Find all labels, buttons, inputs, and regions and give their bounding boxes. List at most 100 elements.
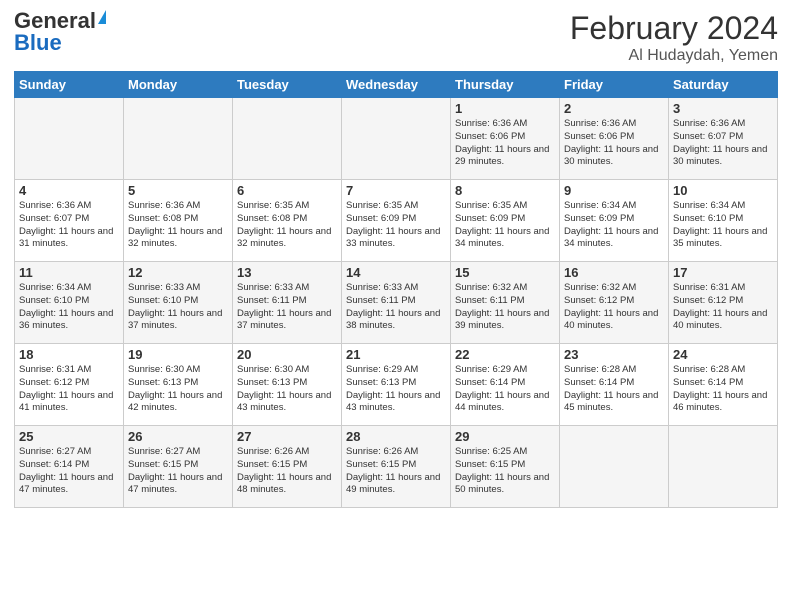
- day-number: 2: [564, 101, 664, 116]
- day-number: 19: [128, 347, 228, 362]
- day-info: Sunrise: 6:36 AMSunset: 6:06 PMDaylight:…: [564, 118, 664, 169]
- day-number: 13: [237, 265, 337, 280]
- calendar-subtitle: Al Hudaydah, Yemen: [570, 47, 778, 65]
- day-cell: 22 Sunrise: 6:29 AMSunset: 6:14 PMDayligh…: [451, 344, 560, 426]
- week-row-2: 4 Sunrise: 6:36 AMSunset: 6:07 PMDaylight…: [15, 180, 778, 262]
- day-info: Sunrise: 6:34 AMSunset: 6:10 PMDaylight:…: [19, 282, 119, 333]
- day-cell: 5 Sunrise: 6:36 AMSunset: 6:08 PMDaylight…: [124, 180, 233, 262]
- day-info: Sunrise: 6:36 AMSunset: 6:07 PMDaylight:…: [19, 200, 119, 251]
- day-number: 22: [455, 347, 555, 362]
- day-number: 1: [455, 101, 555, 116]
- calendar-table: Sunday Monday Tuesday Wednesday Thursday…: [14, 71, 778, 508]
- logo-general: General: [14, 10, 96, 32]
- day-info: Sunrise: 6:30 AMSunset: 6:13 PMDaylight:…: [128, 364, 228, 415]
- week-row-4: 18 Sunrise: 6:31 AMSunset: 6:12 PMDayligh…: [15, 344, 778, 426]
- day-cell: 2 Sunrise: 6:36 AMSunset: 6:06 PMDaylight…: [560, 98, 669, 180]
- day-info: Sunrise: 6:32 AMSunset: 6:11 PMDaylight:…: [455, 282, 555, 333]
- logo: General Blue: [14, 10, 106, 56]
- day-info: Sunrise: 6:27 AMSunset: 6:14 PMDaylight:…: [19, 446, 119, 497]
- day-cell: [124, 98, 233, 180]
- day-cell: 14 Sunrise: 6:33 AMSunset: 6:11 PMDayligh…: [342, 262, 451, 344]
- day-number: 6: [237, 183, 337, 198]
- day-cell: 26 Sunrise: 6:27 AMSunset: 6:15 PMDayligh…: [124, 426, 233, 508]
- day-cell: 23Sunrise: 6:28 AMSunset: 6:14 PMDayligh…: [560, 344, 669, 426]
- day-info: Sunrise: 6:36 AMSunset: 6:08 PMDaylight:…: [128, 200, 228, 251]
- day-info: Sunrise: 6:36 AMSunset: 6:07 PMDaylight:…: [673, 118, 773, 169]
- day-cell: 1 Sunrise: 6:36 AMSunset: 6:06 PMDaylight…: [451, 98, 560, 180]
- day-number: 26: [128, 429, 228, 444]
- day-cell: [560, 426, 669, 508]
- week-row-3: 11Sunrise: 6:34 AMSunset: 6:10 PMDayligh…: [15, 262, 778, 344]
- day-number: 3: [673, 101, 773, 116]
- day-number: 14: [346, 265, 446, 280]
- day-cell: [233, 98, 342, 180]
- day-number: 8: [455, 183, 555, 198]
- day-info: Sunrise: 6:35 AMSunset: 6:09 PMDaylight:…: [455, 200, 555, 251]
- title-block: February 2024 Al Hudaydah, Yemen: [570, 10, 778, 65]
- day-cell: 15Sunrise: 6:32 AMSunset: 6:11 PMDayligh…: [451, 262, 560, 344]
- day-number: 12: [128, 265, 228, 280]
- page-container: General Blue February 2024 Al Hudaydah, …: [0, 0, 792, 518]
- day-info: Sunrise: 6:35 AMSunset: 6:08 PMDaylight:…: [237, 200, 337, 251]
- day-number: 5: [128, 183, 228, 198]
- header: General Blue February 2024 Al Hudaydah, …: [14, 10, 778, 65]
- day-cell: 9Sunrise: 6:34 AMSunset: 6:09 PMDaylight…: [560, 180, 669, 262]
- day-number: 18: [19, 347, 119, 362]
- logo-blue: Blue: [14, 30, 62, 56]
- day-cell: [342, 98, 451, 180]
- day-info: Sunrise: 6:29 AMSunset: 6:13 PMDaylight:…: [346, 364, 446, 415]
- day-info: Sunrise: 6:27 AMSunset: 6:15 PMDaylight:…: [128, 446, 228, 497]
- day-cell: 17 Sunrise: 6:31 AMSunset: 6:12 PMDayligh…: [669, 262, 778, 344]
- day-cell: 3 Sunrise: 6:36 AMSunset: 6:07 PMDaylight…: [669, 98, 778, 180]
- day-cell: 20Sunrise: 6:30 AMSunset: 6:13 PMDayligh…: [233, 344, 342, 426]
- weekday-header-row: Sunday Monday Tuesday Wednesday Thursday…: [15, 72, 778, 98]
- day-info: Sunrise: 6:32 AMSunset: 6:12 PMDaylight:…: [564, 282, 664, 333]
- day-cell: 13 Sunrise: 6:33 AMSunset: 6:11 PMDayligh…: [233, 262, 342, 344]
- day-number: 7: [346, 183, 446, 198]
- day-info: Sunrise: 6:33 AMSunset: 6:11 PMDaylight:…: [237, 282, 337, 333]
- header-saturday: Saturday: [669, 72, 778, 98]
- day-info: Sunrise: 6:34 AMSunset: 6:10 PMDaylight:…: [673, 200, 773, 251]
- calendar-title: February 2024: [570, 10, 778, 47]
- day-number: 20: [237, 347, 337, 362]
- day-number: 24: [673, 347, 773, 362]
- day-cell: 28 Sunrise: 6:26 AMSunset: 6:15 PMDayligh…: [342, 426, 451, 508]
- logo-triangle-icon: [98, 10, 106, 24]
- day-number: 10: [673, 183, 773, 198]
- day-info: Sunrise: 6:26 AMSunset: 6:15 PMDaylight:…: [237, 446, 337, 497]
- day-number: 21: [346, 347, 446, 362]
- day-cell: 4 Sunrise: 6:36 AMSunset: 6:07 PMDaylight…: [15, 180, 124, 262]
- day-number: 27: [237, 429, 337, 444]
- day-number: 25: [19, 429, 119, 444]
- week-row-5: 25 Sunrise: 6:27 AMSunset: 6:14 PMDayligh…: [15, 426, 778, 508]
- day-info: Sunrise: 6:28 AMSunset: 6:14 PMDaylight:…: [673, 364, 773, 415]
- day-cell: 6 Sunrise: 6:35 AMSunset: 6:08 PMDaylight…: [233, 180, 342, 262]
- day-cell: 12 Sunrise: 6:33 AMSunset: 6:10 PMDayligh…: [124, 262, 233, 344]
- day-cell: 16Sunrise: 6:32 AMSunset: 6:12 PMDayligh…: [560, 262, 669, 344]
- day-info: Sunrise: 6:31 AMSunset: 6:12 PMDaylight:…: [19, 364, 119, 415]
- day-cell: 8 Sunrise: 6:35 AMSunset: 6:09 PMDaylight…: [451, 180, 560, 262]
- day-number: 17: [673, 265, 773, 280]
- week-row-1: 1 Sunrise: 6:36 AMSunset: 6:06 PMDaylight…: [15, 98, 778, 180]
- day-cell: 7Sunrise: 6:35 AMSunset: 6:09 PMDaylight…: [342, 180, 451, 262]
- day-cell: [669, 426, 778, 508]
- day-info: Sunrise: 6:33 AMSunset: 6:11 PMDaylight:…: [346, 282, 446, 333]
- day-cell: 11Sunrise: 6:34 AMSunset: 6:10 PMDayligh…: [15, 262, 124, 344]
- day-cell: 19 Sunrise: 6:30 AMSunset: 6:13 PMDayligh…: [124, 344, 233, 426]
- day-info: Sunrise: 6:29 AMSunset: 6:14 PMDaylight:…: [455, 364, 555, 415]
- header-wednesday: Wednesday: [342, 72, 451, 98]
- day-number: 4: [19, 183, 119, 198]
- header-thursday: Thursday: [451, 72, 560, 98]
- day-number: 29: [455, 429, 555, 444]
- day-info: Sunrise: 6:36 AMSunset: 6:06 PMDaylight:…: [455, 118, 555, 169]
- day-number: 9: [564, 183, 664, 198]
- day-cell: [15, 98, 124, 180]
- day-cell: 18 Sunrise: 6:31 AMSunset: 6:12 PMDayligh…: [15, 344, 124, 426]
- day-cell: 27 Sunrise: 6:26 AMSunset: 6:15 PMDayligh…: [233, 426, 342, 508]
- day-info: Sunrise: 6:26 AMSunset: 6:15 PMDaylight:…: [346, 446, 446, 497]
- day-info: Sunrise: 6:25 AMSunset: 6:15 PMDaylight:…: [455, 446, 555, 497]
- day-info: Sunrise: 6:31 AMSunset: 6:12 PMDaylight:…: [673, 282, 773, 333]
- day-info: Sunrise: 6:33 AMSunset: 6:10 PMDaylight:…: [128, 282, 228, 333]
- header-sunday: Sunday: [15, 72, 124, 98]
- day-number: 28: [346, 429, 446, 444]
